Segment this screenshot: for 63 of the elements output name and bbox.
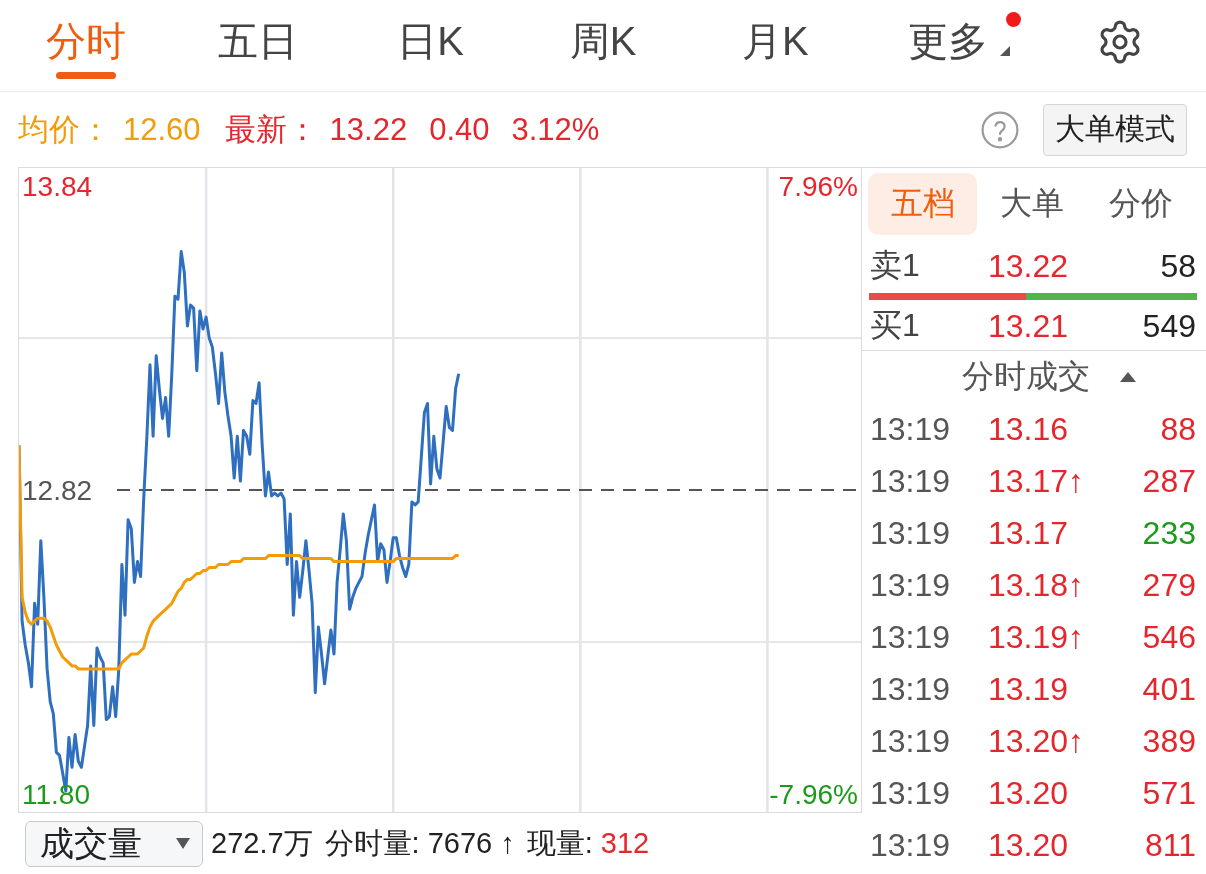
trade-time: 13:19	[870, 618, 951, 656]
trade-time: 13:19	[870, 410, 951, 448]
order-volume: 549	[1142, 307, 1196, 345]
help-icon[interactable]	[981, 110, 1019, 149]
trade-price: 13.20	[988, 774, 1069, 812]
trade-price: 13.16	[988, 410, 1069, 448]
volume-stat-value: 7676 ↑	[427, 827, 515, 860]
chart-tab[interactable]: 周K	[516, 0, 690, 91]
trade-time: 13:19	[870, 462, 951, 500]
trade-price: 13.20↑	[988, 722, 1085, 760]
trade-volume: 546	[1142, 618, 1196, 656]
trade-volume: 88	[1160, 410, 1196, 448]
trade-time: 13:19	[870, 826, 951, 864]
total-volume: 272.7万	[211, 825, 313, 861]
chart-tab[interactable]: 更多	[861, 0, 1034, 91]
order-price: 13.22	[988, 247, 1069, 285]
volume-stat-value: 312	[600, 827, 650, 860]
y-axis-label: 13.84	[22, 170, 93, 202]
trade-price: 13.17↑	[988, 462, 1085, 500]
price-change-percent: 3.12%	[511, 111, 600, 148]
latest-price-value: 13.22	[329, 111, 408, 148]
trade-time: 13:19	[870, 514, 951, 552]
trade-time: 13:19	[870, 566, 951, 604]
trade-price: 13.19	[988, 670, 1069, 708]
average-price-label: 均价：	[18, 110, 111, 149]
trade-price: 13.18↑	[988, 566, 1085, 604]
y-axis-label: 12.82	[22, 475, 93, 506]
trade-volume: 389	[1142, 722, 1196, 760]
average-price-value: 12.60	[123, 111, 201, 148]
panel-tab[interactable]: 大单	[977, 173, 1087, 235]
order-volume: 58	[1160, 247, 1196, 285]
indicator-dropdown[interactable]: 成交量	[25, 820, 203, 867]
chart-tab[interactable]: 五日	[172, 0, 345, 91]
trade-price: 13.20	[988, 826, 1069, 864]
trade-volume: 811	[1145, 826, 1196, 864]
trades-title: 分时成交	[962, 357, 1090, 396]
trade-volume: 571	[1142, 774, 1196, 812]
percent-axis-label: -7.96%	[769, 779, 858, 811]
caret-icon	[176, 838, 190, 849]
panel-tab[interactable]: 分价	[1086, 173, 1196, 235]
trade-price: 13.19↑	[988, 618, 1085, 656]
trade-time: 13:19	[870, 774, 951, 812]
order-level-label: 卖1	[870, 246, 920, 285]
order-level-label: 买1	[870, 306, 920, 345]
percent-axis-label: 7.96%	[778, 170, 858, 202]
price-change-value: 0.40	[429, 111, 490, 148]
y-axis-label: 11.80	[22, 779, 90, 811]
trade-volume: 233	[1142, 514, 1196, 552]
trade-time: 13:19	[870, 722, 951, 760]
corner-triangle-icon	[999, 46, 1010, 56]
volume-stat-label: 现量:	[526, 825, 593, 861]
trade-volume: 287	[1142, 462, 1196, 500]
trade-price: 13.17	[988, 514, 1069, 552]
trade-volume: 401	[1142, 670, 1196, 708]
latest-price-label: 最新：	[224, 110, 318, 149]
volume-stat-label: 分时量:	[324, 825, 420, 861]
chart-tab[interactable]: 日K	[344, 0, 517, 91]
trade-volume: 279	[1142, 566, 1196, 604]
caret-up-icon[interactable]	[1120, 372, 1136, 382]
order-price: 13.21	[988, 307, 1069, 345]
trade-time: 13:19	[870, 670, 951, 708]
chart-tab[interactable]: 月K	[689, 0, 862, 91]
large-order-mode-button[interactable]: 大单模式	[1043, 103, 1187, 156]
